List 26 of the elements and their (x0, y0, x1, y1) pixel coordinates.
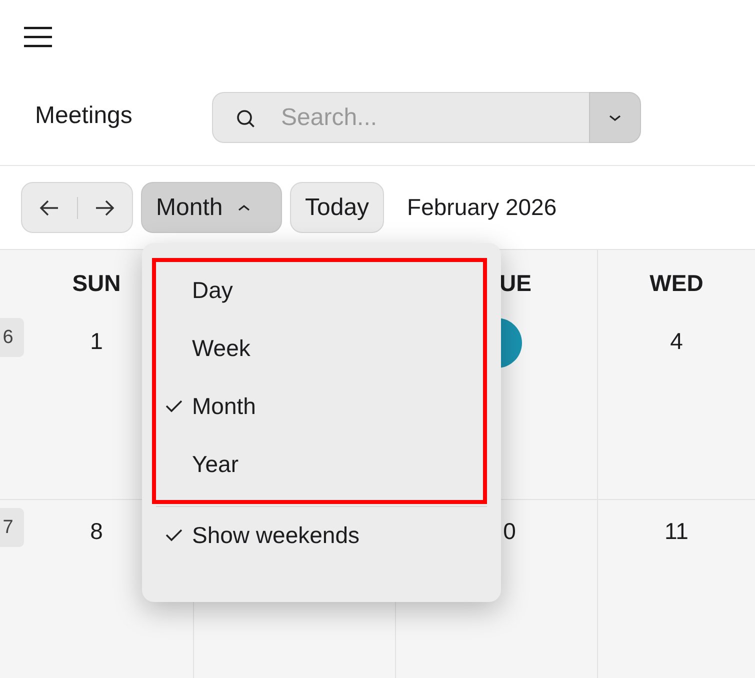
day-number: 1 (90, 328, 103, 356)
menu-item[interactable]: Year (156, 434, 483, 494)
page-title: Meetings (35, 102, 134, 130)
menu-icon[interactable] (23, 26, 53, 48)
period-label: February 2026 (407, 194, 557, 221)
day-number: 11 (664, 518, 688, 546)
chevron-icon (236, 202, 251, 212)
day-number: 0 (503, 518, 516, 546)
search-field[interactable]: Search... (212, 92, 589, 143)
chevron-down-icon (608, 112, 622, 122)
menu-item[interactable]: Show weekends (156, 505, 487, 565)
menu-item[interactable]: Week (156, 318, 483, 378)
week-number: 7 (0, 508, 24, 547)
day-number: 8 (90, 518, 103, 546)
view-dropdown-button[interactable]: Month (141, 182, 282, 233)
weekday-header: WED (650, 270, 704, 296)
week-number: 6 (0, 318, 24, 357)
today-button[interactable]: Today (290, 182, 384, 233)
menu-item[interactable]: Day (156, 260, 483, 320)
search-icon (236, 109, 256, 129)
weekday-header: SUN (72, 270, 121, 296)
weekday-header: UE (500, 270, 532, 296)
arrow-left-icon (38, 198, 60, 216)
menu-item[interactable]: Month (156, 376, 483, 436)
day-number: 4 (670, 328, 683, 356)
arrow-right-icon (94, 198, 116, 216)
